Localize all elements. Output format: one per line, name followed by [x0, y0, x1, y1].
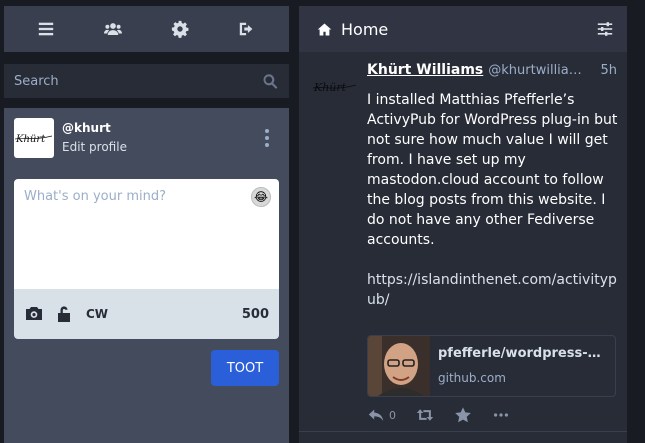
- compose-options: CW 500: [14, 289, 279, 339]
- status-action-bar: 0: [367, 404, 547, 426]
- avatar-signature: Khürt: [15, 134, 46, 145]
- link-preview-card[interactable]: pfefferle/wordpress-activitypub github.c…: [367, 335, 616, 397]
- privacy-unlock-icon[interactable]: [54, 304, 74, 324]
- camera-icon[interactable]: [24, 304, 44, 324]
- sign-out-icon: [240, 22, 253, 36]
- status-text: I installed Matthias Pfefferle’s ActivyP…: [367, 92, 618, 248]
- search-input[interactable]: [14, 73, 262, 89]
- reply-icon: [368, 409, 384, 421]
- local-timeline-button[interactable]: [93, 9, 133, 49]
- account-handle: @khurt: [62, 121, 111, 135]
- column-settings-sliders-icon[interactable]: [597, 21, 613, 37]
- navigation-profile: Khürt @khurt Edit profile: [14, 118, 279, 160]
- home-timeline: Khürt Khürt Williams @khurtwilliams@isla…: [299, 52, 627, 443]
- column-header[interactable]: Home: [299, 6, 627, 52]
- reply-button[interactable]: 0: [367, 406, 396, 424]
- status-link[interactable]: https://islandinthenet.com/activitypub/: [367, 272, 617, 308]
- star-icon: [455, 407, 471, 423]
- boost-button[interactable]: [416, 406, 434, 424]
- menu-icon: [38, 22, 53, 36]
- more-options-icon[interactable]: [259, 124, 275, 152]
- compose-textbox: 😂: [14, 179, 279, 289]
- relative-time[interactable]: 5h: [600, 63, 617, 78]
- drawer-nav-bar: [4, 6, 289, 52]
- retweet-icon: [416, 409, 434, 421]
- users-icon: [103, 23, 122, 35]
- favourite-button[interactable]: [454, 406, 472, 424]
- gear-icon: [172, 20, 189, 38]
- reply-count: 0: [389, 408, 396, 422]
- avatar[interactable]: Khürt: [14, 118, 54, 158]
- menu-button[interactable]: [26, 9, 66, 49]
- card-thumbnail: [368, 336, 430, 396]
- card-domain: github.com: [438, 371, 506, 385]
- home-icon: [317, 22, 332, 37]
- edit-profile-link[interactable]: Edit profile: [62, 140, 259, 154]
- search-bar: [4, 64, 289, 98]
- preferences-button[interactable]: [160, 9, 200, 49]
- compose-input[interactable]: [14, 179, 279, 289]
- compose-panel: Khürt @khurt Edit profile 😂 CW 500 TOOT: [4, 108, 289, 443]
- more-actions-button[interactable]: [492, 406, 510, 424]
- column-title: Home: [341, 19, 389, 39]
- search-icon[interactable]: [262, 73, 279, 90]
- ellipsis-icon: [493, 413, 509, 417]
- status-avatar[interactable]: Khürt: [311, 63, 359, 111]
- character-counter: 500: [241, 306, 269, 322]
- emoji-picker-icon[interactable]: 😂: [251, 187, 271, 207]
- display-name[interactable]: Khürt Williams: [367, 62, 483, 78]
- status-header: Khürt Williams @khurtwilliams@islandinth…: [367, 62, 617, 80]
- status-item[interactable]: Khürt Khürt Williams @khurtwilliams@isla…: [299, 52, 627, 432]
- toot-button[interactable]: TOOT: [211, 350, 279, 386]
- content-warning-button[interactable]: CW: [86, 307, 108, 321]
- status-content: I installed Matthias Pfefferle’s ActivyP…: [367, 90, 619, 330]
- logout-button[interactable]: [227, 9, 267, 49]
- card-title: pfefferle/wordpress-activitypub: [438, 346, 607, 361]
- username[interactable]: @khurtwilliams@islandinthenet.com: [488, 63, 592, 78]
